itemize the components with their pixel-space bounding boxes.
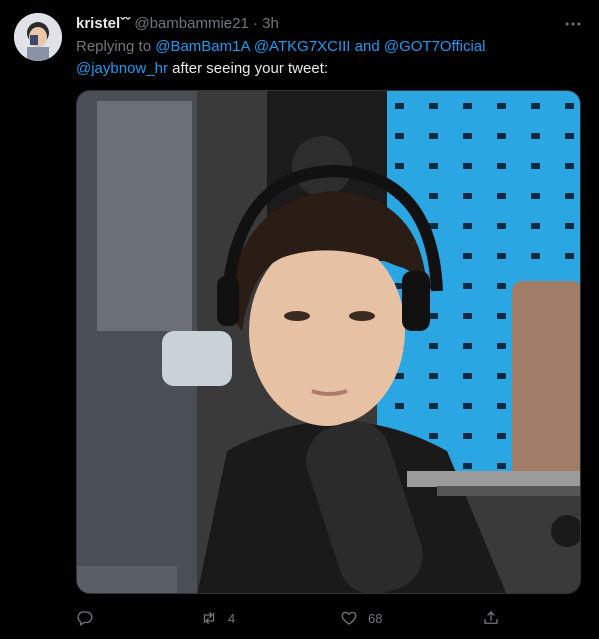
tweet-actions: 4 68: [76, 604, 506, 632]
retweet-count: 4: [228, 610, 236, 626]
more-icon: [565, 22, 581, 26]
retweet-icon: [203, 612, 215, 624]
like-button[interactable]: 68: [340, 604, 382, 632]
reply-icon: [77, 611, 93, 626]
display-name[interactable]: kristelˇˇ: [76, 15, 130, 32]
more-options-button[interactable]: [561, 12, 585, 36]
like-count: 68: [368, 610, 383, 626]
tweet-text: @jaybnow_hr after seeing your tweet:: [76, 58, 576, 80]
tweet[interactable]: kristelˇˇ @bambammie21 · 3h Replying to …: [0, 0, 599, 639]
replying-to: Replying to @BamBam1A @ATKG7XCIII and @G…: [76, 36, 576, 58]
share-icon: [484, 611, 498, 624]
timestamp[interactable]: 3h: [262, 15, 279, 32]
tweet-media[interactable]: [76, 90, 581, 594]
mention-link[interactable]: @BamBam1A: [155, 38, 249, 55]
retweet-button[interactable]: 4: [200, 604, 235, 632]
user-handle[interactable]: @bambammie21: [134, 15, 248, 32]
replying-to-label: Replying to: [76, 38, 152, 55]
mention-link[interactable]: @GOT7Official: [384, 38, 486, 55]
text-mention-link[interactable]: @jaybnow_hr: [76, 60, 168, 77]
share-button[interactable]: [482, 604, 500, 632]
separator-dot: ·: [252, 15, 258, 32]
and-word[interactable]: and: [355, 38, 380, 55]
avatar-image: [14, 13, 62, 61]
tweet-header: kristelˇˇ @bambammie21 · 3h: [76, 14, 559, 34]
tweet-body: after seeing your tweet:: [167, 60, 329, 77]
like-icon: [341, 611, 357, 625]
reply-button[interactable]: [76, 604, 104, 632]
avatar[interactable]: [14, 13, 62, 61]
media-photo: [77, 91, 580, 593]
mention-link[interactable]: @ATKG7XCIII: [254, 38, 351, 55]
